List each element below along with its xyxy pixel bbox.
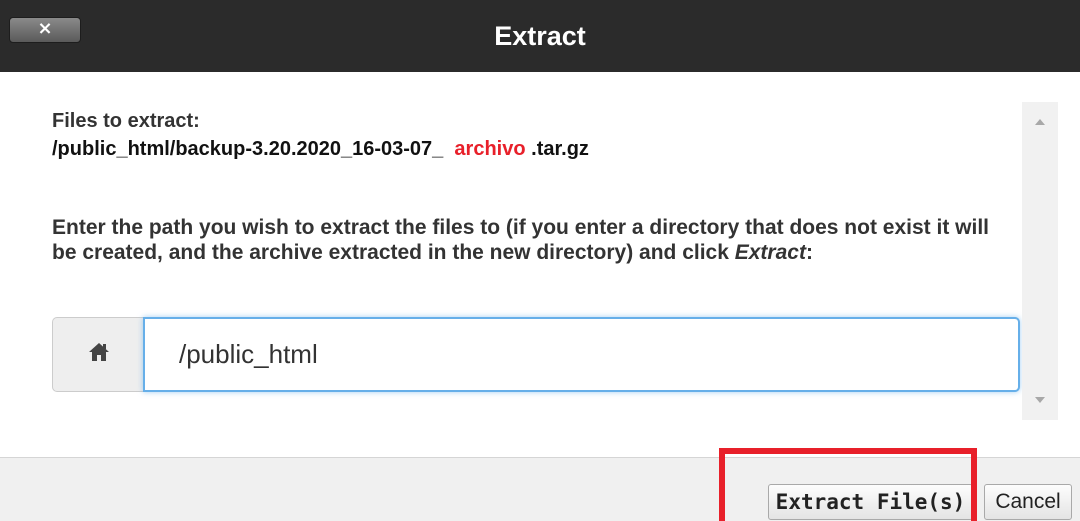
scroll-up-arrow-icon[interactable] bbox=[1022, 110, 1058, 134]
instructions-end: : bbox=[805, 241, 813, 264]
extract-files-button[interactable]: Extract File(s) bbox=[768, 484, 973, 520]
file-path: /public_html/backup-3.20.2020_16-03-07_ … bbox=[52, 138, 589, 161]
dialog-content: Files to extract: /public_html/backup-3.… bbox=[0, 72, 1080, 457]
cancel-button[interactable]: Cancel bbox=[984, 484, 1072, 520]
file-path-prefix: /public_html/backup-3.20.2020_16-03-07_ bbox=[52, 138, 449, 160]
path-input-group bbox=[52, 317, 1020, 392]
dialog-footer: Extract File(s) Cancel bbox=[0, 457, 1080, 521]
file-path-highlight: archivo bbox=[454, 138, 526, 160]
scrollbar[interactable] bbox=[1022, 102, 1058, 420]
instructions-emphasis: Extract bbox=[734, 241, 806, 264]
close-icon: × bbox=[37, 17, 53, 39]
input-addon bbox=[52, 317, 144, 392]
scroll-down-arrow-icon[interactable] bbox=[1022, 388, 1058, 412]
file-path-suffix: .tar.gz bbox=[525, 138, 589, 160]
extract-path-input[interactable] bbox=[143, 317, 1020, 392]
dialog-titlebar: Extract × bbox=[0, 0, 1080, 72]
close-button[interactable]: × bbox=[9, 17, 81, 43]
instructions-text: Enter the path you wish to extract the f… bbox=[52, 215, 992, 265]
files-to-extract-label: Files to extract: bbox=[52, 110, 200, 132]
instructions-body: Enter the path you wish to extract the f… bbox=[52, 216, 989, 264]
home-icon bbox=[88, 342, 110, 367]
dialog-title: Extract bbox=[494, 20, 586, 51]
